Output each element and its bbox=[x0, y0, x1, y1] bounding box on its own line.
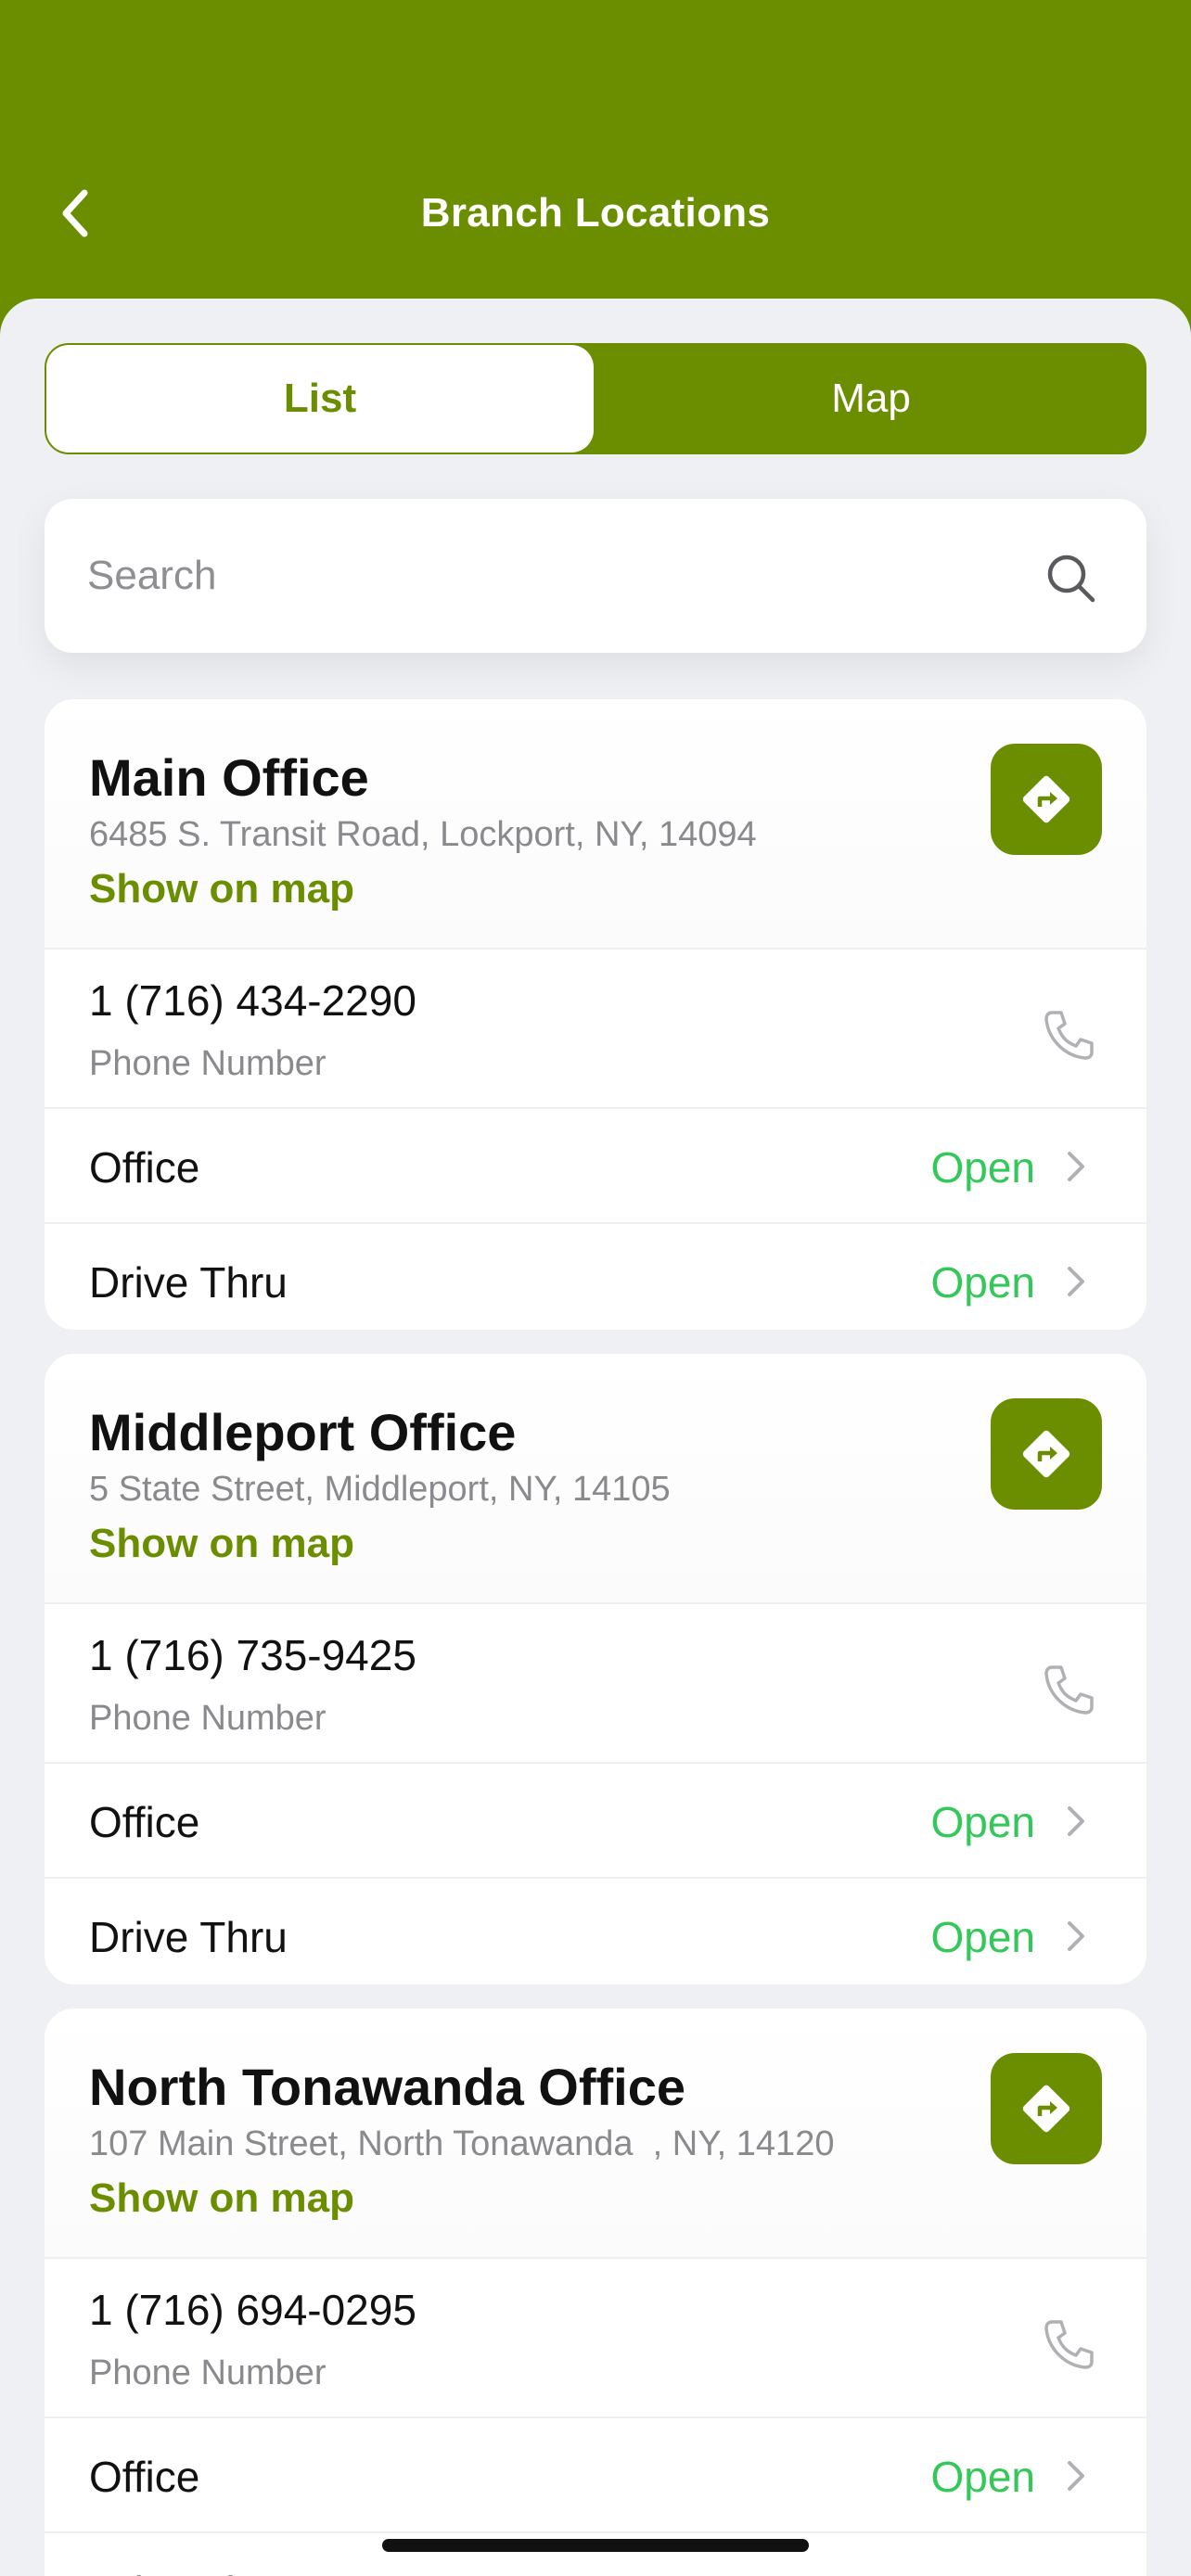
office-label: Office bbox=[89, 1798, 200, 1846]
content-sheet: List Map Main Office 6485 S. Transit Roa… bbox=[0, 299, 1191, 2576]
directions-button[interactable] bbox=[991, 1398, 1102, 1510]
drive-thru-label: Drive Thru bbox=[89, 1258, 288, 1307]
chevron-right-icon bbox=[1065, 2572, 1087, 2576]
office-hours-row[interactable]: Office Open bbox=[45, 1109, 1146, 1222]
phone-number[interactable]: 1 (716) 694-0295 bbox=[89, 2285, 416, 2335]
phone-icon[interactable] bbox=[1039, 1005, 1098, 1065]
show-on-map-link[interactable]: Show on map bbox=[89, 2175, 354, 2222]
office-hours-row[interactable]: Office Open bbox=[45, 1764, 1146, 1877]
chevron-right-icon bbox=[1068, 1921, 1084, 1951]
branch-card: Main Office 6485 S. Transit Road, Lockpo… bbox=[45, 699, 1146, 1330]
directions-icon bbox=[1022, 2085, 1070, 2133]
branch-card-header: North Tonawanda Office 107 Main Street, … bbox=[45, 2009, 1146, 2257]
drive-thru-label: Drive Thru bbox=[89, 1913, 288, 1961]
directions-icon bbox=[1022, 775, 1070, 823]
divider bbox=[45, 2257, 1146, 2259]
page-title: Branch Locations bbox=[420, 190, 771, 236]
directions-button[interactable] bbox=[991, 2053, 1102, 2164]
phone-number[interactable]: 1 (716) 434-2290 bbox=[89, 976, 416, 1026]
drive-thru-hours-row[interactable]: Drive Thru Open bbox=[45, 1879, 1146, 1984]
phone-number-label: Phone Number bbox=[89, 1044, 327, 1083]
drive-thru-status: Open bbox=[930, 1913, 1035, 1961]
branch-name: Middleport Office bbox=[89, 1403, 517, 1461]
office-status: Open bbox=[930, 1798, 1035, 1846]
segment-map[interactable]: Map bbox=[597, 345, 1145, 453]
show-on-map-link[interactable]: Show on map bbox=[89, 1521, 354, 1567]
branch-card-header: Main Office 6485 S. Transit Road, Lockpo… bbox=[45, 699, 1146, 948]
segment-list[interactable]: List bbox=[46, 345, 594, 453]
branch-card-header: Middleport Office 5 State Street, Middle… bbox=[45, 1354, 1146, 1602]
divider bbox=[45, 948, 1146, 950]
search-input[interactable] bbox=[87, 499, 1015, 653]
search-icon[interactable] bbox=[1043, 550, 1098, 606]
branch-address: 5 State Street, Middleport, NY, 14105 bbox=[89, 1470, 671, 1509]
drive-thru-status: Open bbox=[930, 2567, 1035, 2576]
directions-icon bbox=[1022, 1430, 1070, 1478]
show-on-map-link[interactable]: Show on map bbox=[89, 866, 354, 912]
phone-number[interactable]: 1 (716) 735-9425 bbox=[89, 1630, 416, 1680]
divider bbox=[45, 1602, 1146, 1604]
branch-name: Main Office bbox=[89, 748, 369, 807]
branch-address: 107 Main Street, North Tonawanda , NY, 1… bbox=[89, 2124, 835, 2163]
branch-name: North Tonawanda Office bbox=[89, 2058, 685, 2116]
office-hours-row[interactable]: Office Open bbox=[45, 2418, 1146, 2531]
chevron-right-icon bbox=[1068, 1152, 1084, 1181]
office-status: Open bbox=[930, 1143, 1035, 1192]
app-header: Branch Locations bbox=[0, 0, 1191, 315]
directions-button[interactable] bbox=[991, 744, 1102, 855]
phone-number-label: Phone Number bbox=[89, 1699, 327, 1738]
phone-number-label: Phone Number bbox=[89, 2353, 327, 2392]
chevron-right-icon bbox=[1068, 2461, 1084, 2491]
branch-card: Middleport Office 5 State Street, Middle… bbox=[45, 1354, 1146, 1984]
view-segmented-control: List Map bbox=[45, 343, 1146, 454]
phone-icon[interactable] bbox=[1039, 2315, 1098, 2374]
office-label: Office bbox=[89, 1143, 200, 1192]
branch-card: North Tonawanda Office 107 Main Street, … bbox=[45, 2009, 1146, 2576]
office-status: Open bbox=[930, 2453, 1035, 2501]
office-label: Office bbox=[89, 2453, 200, 2501]
drive-thru-hours-row[interactable]: Drive Thru Open bbox=[45, 1224, 1146, 1330]
chevron-right-icon bbox=[1068, 1267, 1084, 1296]
drive-thru-status: Open bbox=[930, 1258, 1035, 1307]
chevron-right-icon bbox=[1068, 1806, 1084, 1836]
search-bar bbox=[45, 499, 1146, 653]
home-indicator[interactable] bbox=[382, 2539, 809, 2552]
drive-thru-label: Drive Thru bbox=[89, 2567, 288, 2576]
phone-icon[interactable] bbox=[1039, 1660, 1098, 1719]
branch-address: 6485 S. Transit Road, Lockport, NY, 1409… bbox=[89, 815, 757, 854]
